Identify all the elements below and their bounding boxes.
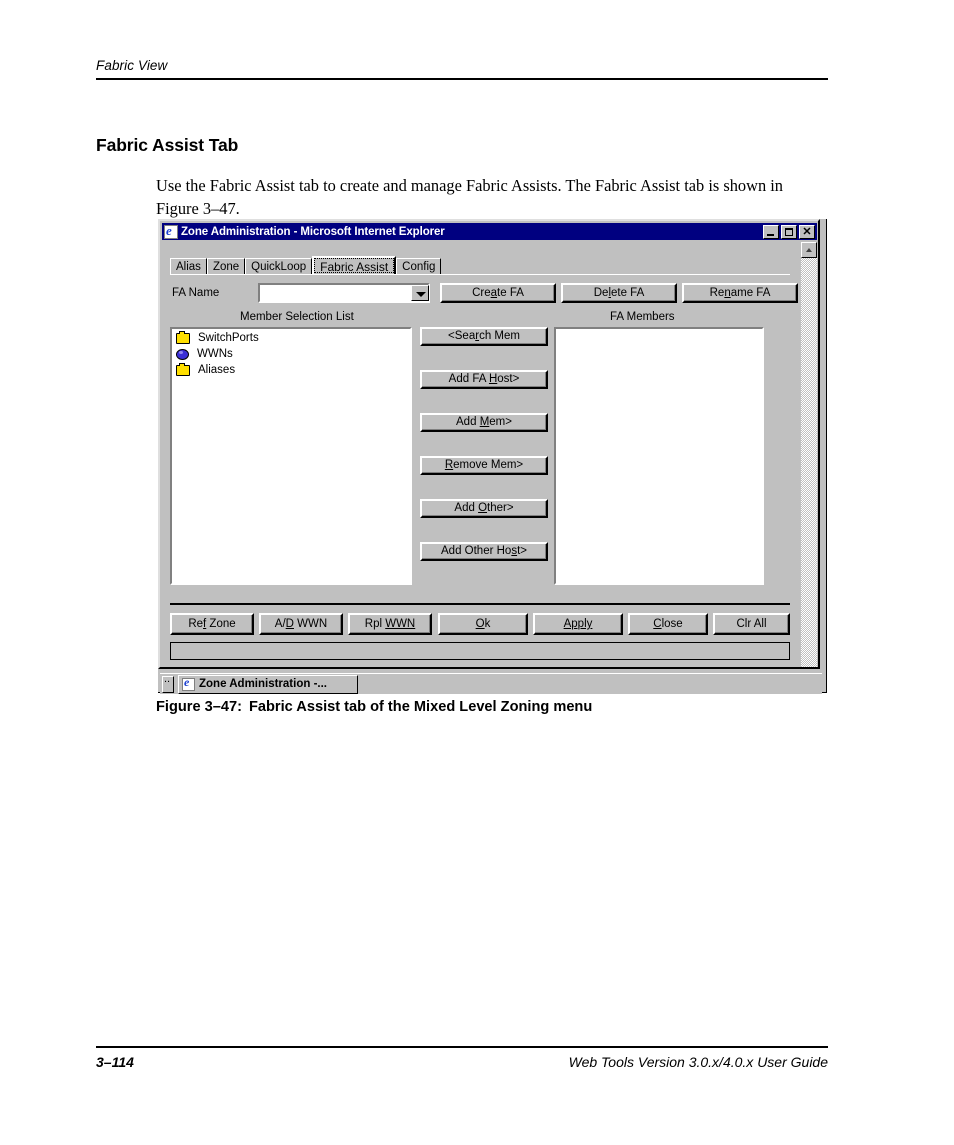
ad-wwn-button[interactable]: A/D WWN [259, 613, 343, 635]
internet-explorer-icon [164, 223, 178, 239]
add-other-host-button[interactable]: Add Other Host> [420, 542, 548, 561]
fa-members-label: FA Members [610, 311, 675, 323]
internet-explorer-icon [182, 675, 195, 691]
add-other-button[interactable]: Add Other> [420, 499, 548, 518]
list-item[interactable]: SwitchPorts [172, 330, 410, 345]
action-row-divider [170, 603, 790, 605]
window-controls [763, 224, 815, 240]
folder-icon [176, 330, 190, 344]
taskbar-item-label: Zone Administration -... [199, 678, 327, 690]
create-fa-button[interactable]: Create FA [440, 283, 556, 303]
footer-guide-title: Web Tools Version 3.0.x/4.0.x User Guide [568, 1054, 828, 1070]
close-button-action[interactable]: Close [628, 613, 708, 635]
tab-quickloop[interactable]: QuickLoop [245, 258, 313, 275]
window-title-text: Zone Administration - Microsoft Internet… [181, 225, 445, 238]
member-selection-list-label: Member Selection List [240, 311, 354, 323]
list-item[interactable]: WWNs [172, 347, 410, 361]
page-title: Fabric Assist Tab [96, 134, 239, 155]
list-item-label: WWNs [197, 348, 233, 360]
tab-strip: Alias Zone QuickLoop Fabric Assist Confi… [170, 256, 442, 275]
vertical-scrollbar[interactable] [800, 242, 817, 667]
add-mem-button[interactable]: Add Mem> [420, 413, 548, 432]
scroll-up-icon[interactable] [801, 242, 817, 258]
fa-members-list[interactable] [554, 327, 764, 585]
status-bar [170, 642, 790, 660]
minimize-button[interactable] [763, 224, 779, 239]
footer-rule [96, 1046, 828, 1048]
taskbar-item-zone-administration[interactable]: Zone Administration -... [178, 674, 358, 694]
ok-button[interactable]: Ok [438, 613, 528, 635]
tab-alias[interactable]: Alias [170, 258, 207, 275]
figure-caption: Figure 3–47: Fabric Assist tab of the Mix… [156, 699, 592, 715]
footer-page-number: 3–114 [96, 1054, 134, 1070]
fa-name-row: FA Name Create FA Delete FA Rename FA [170, 283, 798, 303]
folder-icon [176, 362, 190, 376]
maximize-icon [785, 227, 793, 236]
chevron-down-icon[interactable] [411, 285, 429, 301]
action-button-row: Ref Zone A/D WWN Rpl WWN Ok Apply Close … [170, 613, 790, 635]
figure-screenshot: Zone Administration - Microsoft Internet… [158, 219, 827, 694]
globe-icon [176, 348, 189, 360]
fa-name-label: FA Name [172, 287, 220, 299]
clr-all-button[interactable]: Clr All [713, 613, 790, 635]
status-bar-text [171, 646, 177, 660]
tab-zone[interactable]: Zone [206, 258, 246, 275]
fa-name-combobox[interactable] [258, 283, 430, 303]
rpl-wwn-button[interactable]: Rpl WWN [348, 613, 432, 635]
remove-mem-button[interactable]: Remove Mem> [420, 456, 548, 475]
list-item-label: SwitchPorts [198, 332, 259, 344]
body-paragraph: Use the Fabric Assist tab to create and … [156, 176, 784, 219]
start-button[interactable] [162, 673, 174, 693]
zone-admin-applet: Alias Zone QuickLoop Fabric Assist Confi… [162, 242, 798, 667]
member-selection-list[interactable]: SwitchPorts WWNs Aliases [170, 327, 412, 585]
running-head-text: Fabric View [96, 58, 168, 73]
windows-taskbar: Zone Administration -... [160, 673, 822, 694]
tab-fabric-assist[interactable]: Fabric Assist [312, 256, 397, 275]
tab-config[interactable]: Config [396, 258, 442, 275]
page-running-head: Fabric View [96, 58, 828, 80]
page-footer: 3–114 Web Tools Version 3.0.x/4.0.x User… [96, 1046, 828, 1070]
window-client-area: Alias Zone QuickLoop Fabric Assist Confi… [162, 242, 817, 667]
zone-administration-window: Zone Administration - Microsoft Internet… [158, 219, 822, 694]
add-fa-host-button[interactable]: Add FA Host> [420, 370, 548, 389]
rename-fa-button[interactable]: Rename FA [682, 283, 798, 303]
window-title-bar: Zone Administration - Microsoft Internet… [162, 223, 817, 240]
figure-caption-number: Figure 3–47: [156, 699, 242, 715]
apply-button[interactable]: Apply [533, 613, 623, 635]
list-item-label: Aliases [198, 364, 236, 376]
search-mem-button[interactable]: <Search Mem [420, 327, 548, 346]
close-button[interactable] [799, 224, 815, 240]
figure-caption-text: Fabric Assist tab of the Mixed Level Zon… [248, 699, 593, 715]
transfer-button-column: <Search Mem Add FA Host> Add Mem> Remove… [420, 327, 548, 585]
list-item[interactable]: Aliases [172, 362, 410, 377]
tab-strip-divider [170, 274, 790, 275]
running-head-rule [96, 78, 828, 80]
minimize-icon [767, 233, 774, 236]
delete-fa-button[interactable]: Delete FA [561, 283, 677, 303]
ref-zone-button[interactable]: Ref Zone [170, 613, 254, 635]
maximize-button[interactable] [781, 224, 797, 239]
